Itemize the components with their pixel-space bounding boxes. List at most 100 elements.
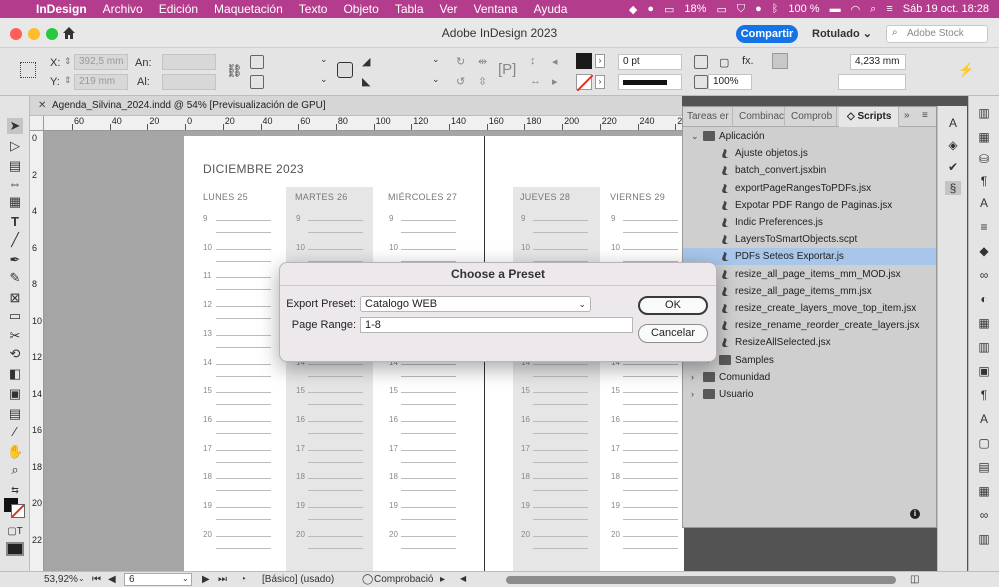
tab-comprobacion[interactable]: Comprob bbox=[787, 107, 837, 127]
tree-script[interactable]: batch_convert.jsxbin bbox=[683, 162, 936, 179]
menu-app[interactable]: InDesign bbox=[28, 2, 95, 16]
content-collector-icon[interactable]: ▦ bbox=[7, 194, 23, 210]
collapse-panel-icon[interactable]: » bbox=[904, 110, 910, 121]
pen-tool-icon[interactable]: ✒ bbox=[7, 252, 23, 268]
adobe-stock-search[interactable]: Adobe Stock bbox=[886, 25, 988, 43]
tree-folder[interactable]: › Comunidad bbox=[683, 369, 936, 386]
tree-script[interactable]: exportPageRangesToPDFs.jsx bbox=[683, 180, 936, 197]
previous-page-icon[interactable]: ◀ bbox=[108, 574, 116, 585]
menu-ver[interactable]: Ver bbox=[432, 2, 466, 16]
fx-icon[interactable]: fx. bbox=[742, 55, 754, 67]
pencil-tool-icon[interactable]: ✎ bbox=[7, 270, 23, 286]
chevron-right-icon[interactable]: › bbox=[691, 386, 694, 403]
preflight-icon[interactable]: ✔ bbox=[945, 160, 961, 174]
dropbox-icon[interactable]: ◆ bbox=[629, 3, 637, 16]
zoom-level[interactable]: 53,92% bbox=[44, 574, 78, 585]
gradient-feather-tool-icon[interactable]: ▣ bbox=[7, 386, 23, 402]
last-page-icon[interactable]: ⏭ bbox=[218, 574, 227, 585]
opacity-field[interactable]: 100% bbox=[708, 74, 752, 90]
search-icon[interactable]: ⌕ bbox=[870, 3, 876, 16]
text-frame-options-icon[interactable]: A bbox=[945, 116, 961, 130]
chevron-down-icon[interactable]: ⌄ bbox=[320, 74, 328, 85]
chevron-down-icon[interactable]: ⌄ bbox=[78, 574, 85, 583]
menu-objeto[interactable]: Objeto bbox=[335, 2, 386, 16]
character-styles-icon[interactable]: A bbox=[976, 412, 992, 426]
gap-tool-icon[interactable]: ⇔ bbox=[7, 176, 23, 192]
note-tool-icon[interactable]: ▤ bbox=[7, 406, 23, 422]
tab-tareas[interactable]: Tareas er bbox=[683, 107, 733, 127]
export-preset-select[interactable]: Catalogo WEB ⌄ bbox=[360, 296, 591, 312]
text-frame-icon[interactable]: [P] bbox=[498, 61, 516, 78]
chevron-right-icon[interactable]: › bbox=[691, 369, 694, 386]
workspace-switcher[interactable]: Rotulado ⌄ bbox=[812, 27, 872, 40]
chevron-down-icon[interactable]: ⌄ bbox=[432, 54, 440, 65]
day-heading[interactable]: MIÉRCOLES 27 bbox=[388, 192, 457, 202]
menu-ayuda[interactable]: Ayuda bbox=[526, 2, 576, 16]
rectangle-tool-icon[interactable]: ▭ bbox=[7, 308, 23, 324]
tab-combinacion[interactable]: Combinac bbox=[735, 107, 785, 127]
formatting-affects-icon[interactable]: ▢T bbox=[7, 524, 23, 540]
preflight-status[interactable]: Comprobació bbox=[374, 574, 433, 585]
screen-mode-icon[interactable] bbox=[6, 542, 24, 556]
select-container-icon[interactable]: ↕ bbox=[530, 55, 536, 67]
menu-archivo[interactable]: Archivo bbox=[95, 2, 151, 16]
tree-script[interactable]: Ajuste objetos.js bbox=[683, 145, 936, 162]
stepper-icon[interactable]: ⇕ bbox=[64, 75, 72, 86]
tab-scripts[interactable]: ◇ Scripts bbox=[839, 107, 899, 127]
y-field[interactable]: 219 mm bbox=[74, 74, 128, 90]
first-page-icon[interactable]: ⏮ bbox=[92, 574, 101, 585]
fill-swatch[interactable] bbox=[576, 53, 592, 69]
tree-script[interactable]: Expotar PDF Rango de Paginas.jsx bbox=[683, 197, 936, 214]
menu-texto[interactable]: Texto bbox=[291, 2, 336, 16]
menu-maquetacion[interactable]: Maquetación bbox=[206, 2, 291, 16]
cell-styles-icon[interactable]: ▦ bbox=[976, 484, 992, 498]
rotate-icon[interactable]: ◢ bbox=[362, 55, 370, 68]
adobe-cc-icon[interactable]: ● bbox=[647, 3, 654, 15]
next-page-icon[interactable]: ▶ bbox=[202, 574, 210, 585]
direct-selection-tool-icon[interactable]: ▷ bbox=[7, 138, 23, 154]
scale-x-icon[interactable] bbox=[250, 55, 264, 69]
split-view-icon[interactable]: ◫ bbox=[910, 574, 919, 585]
align-left-icon[interactable] bbox=[772, 53, 788, 69]
page-tool-icon[interactable]: ▤ bbox=[7, 158, 23, 174]
eyedropper-tool-icon[interactable]: ⁄ bbox=[7, 424, 23, 440]
x-field[interactable]: 392,5 mm bbox=[74, 54, 128, 70]
display-icon[interactable]: ▭ bbox=[664, 3, 674, 16]
flip-v-icon[interactable]: ⇳ bbox=[478, 75, 487, 88]
character-icon[interactable]: A bbox=[976, 196, 992, 210]
stroke-icon[interactable]: ≡ bbox=[976, 220, 992, 234]
close-tab-icon[interactable]: ✕ bbox=[38, 98, 46, 114]
page-range-input[interactable]: 1-8 bbox=[360, 317, 633, 333]
align-bottom-icon[interactable] bbox=[795, 74, 811, 90]
gradient-icon[interactable]: ▥ bbox=[976, 340, 992, 354]
open-page-icon[interactable]: ◔ bbox=[240, 574, 246, 585]
tree-folder[interactable]: › Usuario bbox=[683, 386, 936, 403]
stroke-type-select[interactable] bbox=[618, 74, 682, 90]
swatches-icon[interactable]: ▦ bbox=[976, 316, 992, 330]
properties-icon[interactable]: ▥ bbox=[976, 106, 992, 120]
tree-script[interactable]: resize_create_layers_move_top_item.jsx bbox=[683, 300, 936, 317]
scale-y-icon[interactable] bbox=[250, 75, 264, 89]
lightning-icon[interactable]: ⚡ bbox=[958, 62, 974, 78]
tree-script[interactable]: Indic Preferences.js bbox=[683, 214, 936, 231]
clock[interactable]: Sáb 19 oct. 18:28 bbox=[903, 3, 989, 15]
rectangle-frame-tool-icon[interactable]: ⊠ bbox=[7, 290, 23, 306]
tree-script[interactable]: resize_all_page_items_mm_MOD.jsx bbox=[683, 266, 936, 283]
style-status[interactable]: [Básico] (usado) bbox=[262, 574, 334, 585]
select-next-icon[interactable]: ▸ bbox=[552, 75, 558, 88]
cancel-button[interactable]: Cancelar bbox=[638, 324, 708, 343]
vertical-ruler[interactable]: 024681012141618202224 bbox=[30, 131, 44, 571]
day-heading[interactable]: JUEVES 28 bbox=[520, 192, 570, 202]
record-icon[interactable]: ● bbox=[755, 3, 762, 15]
menu-edicion[interactable]: Edición bbox=[151, 2, 206, 16]
scissors-tool-icon[interactable]: ✂ bbox=[7, 328, 23, 344]
shear-icon[interactable]: ◣ bbox=[362, 75, 370, 88]
flip-h-icon[interactable]: ⇹ bbox=[478, 55, 487, 68]
stroke-color-icon[interactable] bbox=[11, 504, 25, 518]
select-previous-icon[interactable]: ◂ bbox=[552, 55, 558, 68]
preflight-menu-icon[interactable]: ▸ bbox=[440, 574, 445, 585]
table-styles-icon[interactable]: ▤ bbox=[976, 460, 992, 474]
tree-script[interactable]: resize_all_page_items_mm.jsx bbox=[683, 283, 936, 300]
control-center-icon[interactable]: ≡ bbox=[886, 3, 892, 15]
day-heading[interactable]: VIERNES 29 bbox=[610, 192, 665, 202]
